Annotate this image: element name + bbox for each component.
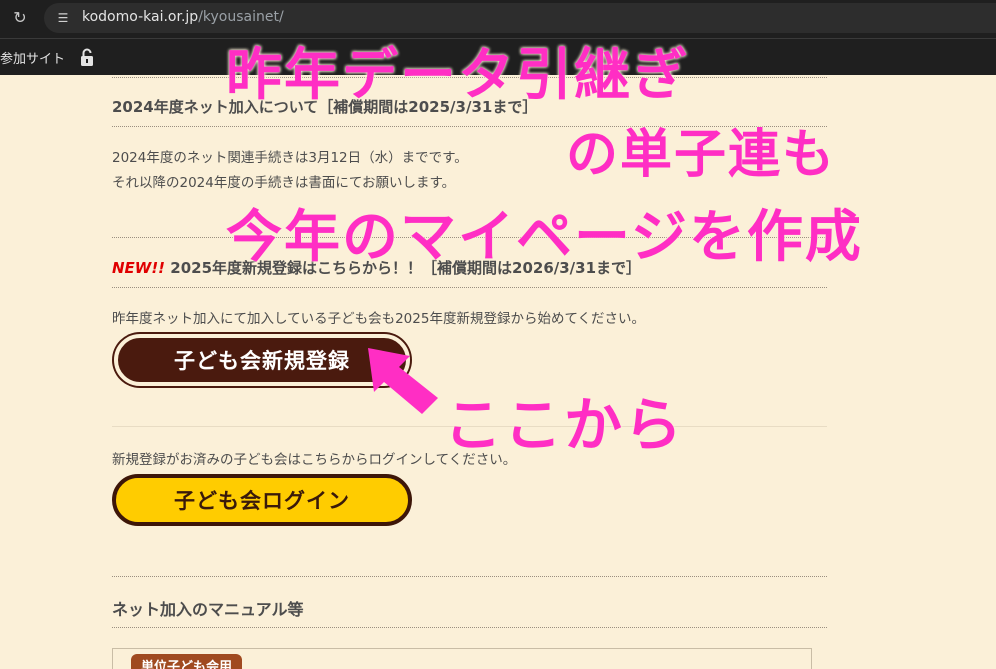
annotation-line2: の単子連も	[566, 125, 837, 185]
annotation-line1: 昨年データ引継ぎ	[226, 43, 690, 108]
manual-box: 単位子ども会用	[112, 648, 812, 669]
login-button[interactable]: 子ども会ログイン	[112, 474, 412, 526]
notice-2024-line1: 2024年度のネット関連手続きは3月12日（水）までです。	[112, 150, 468, 166]
pointer-arrow-icon	[368, 348, 438, 414]
divider	[112, 287, 827, 288]
annotation-line3: 今年のマイページを作成	[226, 205, 863, 270]
new-badge: NEW!!	[112, 259, 166, 277]
annotation-pointer-text: ここから	[444, 391, 685, 459]
lock-icon[interactable]	[78, 47, 96, 67]
reload-icon[interactable]: ↻	[8, 6, 32, 30]
site-info-icon[interactable]: ☰	[52, 7, 74, 29]
url-text[interactable]: kodomo-kai.or.jp/kyousainet/	[82, 9, 284, 25]
manual-tag[interactable]: 単位子ども会用	[131, 654, 243, 669]
divider	[112, 576, 827, 577]
url-path: /kyousainet/	[198, 9, 284, 25]
divider	[112, 627, 827, 628]
url-host: kodomo-kai.or.jp	[82, 9, 199, 25]
register-instructions: 昨年度ネット加入にて加入している子ども会も2025年度新規登録から始めてください…	[112, 311, 646, 327]
omnibox[interactable]: ☰ kodomo-kai.or.jp/kyousainet/	[44, 3, 996, 33]
bookmark-item[interactable]: 参加サイト	[0, 48, 65, 67]
manual-heading: ネット加入のマニュアル等	[112, 600, 304, 619]
